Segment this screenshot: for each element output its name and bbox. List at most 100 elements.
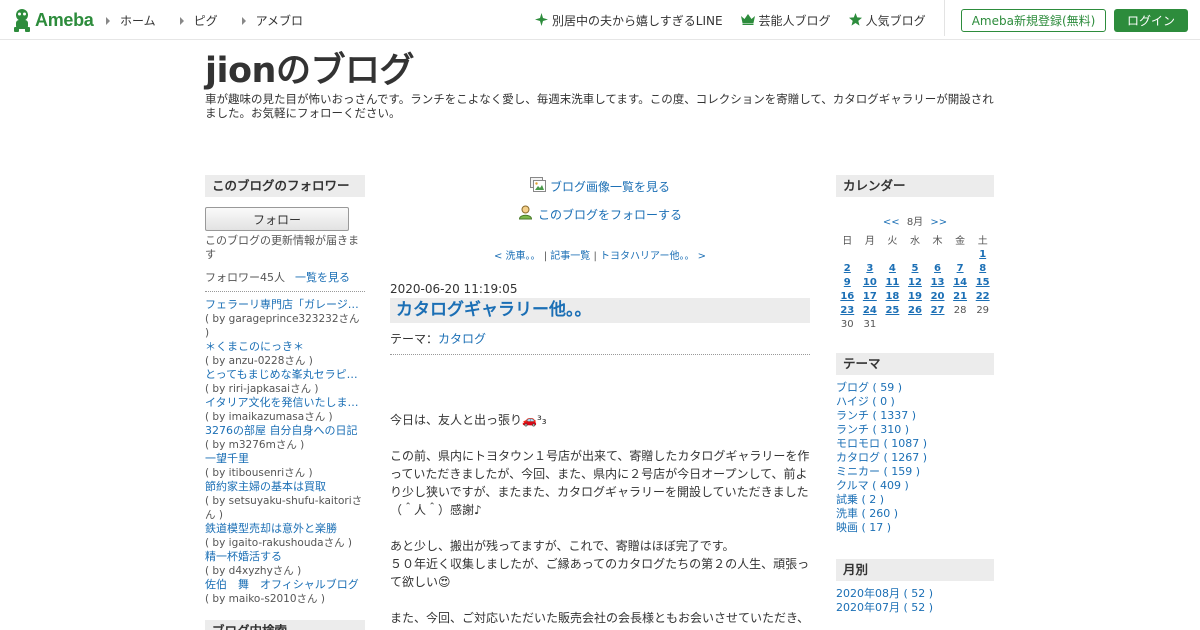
calendar-day[interactable]: 1 <box>971 247 994 261</box>
calendar-day-link[interactable]: 22 <box>976 291 990 302</box>
calendar-day[interactable]: 3 <box>859 261 882 275</box>
calendar-day-link[interactable]: 13 <box>931 277 945 288</box>
calendar-day[interactable]: 22 <box>971 289 994 303</box>
follower-blog-link[interactable]: フェラーリ専門店「ガレージ… <box>205 298 365 312</box>
post-list-link[interactable]: 記事一覧 <box>550 251 590 262</box>
calendar-day[interactable]: 23 <box>836 303 859 317</box>
calendar-day-link[interactable]: 25 <box>885 305 899 316</box>
calendar-prev-link[interactable]: << <box>883 217 900 228</box>
calendar-day-link[interactable]: 6 <box>934 263 941 274</box>
calendar-day[interactable]: 13 <box>926 275 949 289</box>
next-post-link[interactable]: トヨタハリアー他。。 > <box>600 251 706 262</box>
theme-link[interactable]: カタログ ( 1267 ) <box>836 451 994 465</box>
nav-item-pigg[interactable]: ピグ <box>179 12 218 29</box>
calendar-day-link[interactable]: 1 <box>979 249 986 260</box>
calendar-day[interactable]: 9 <box>836 275 859 289</box>
calendar-day[interactable]: 7 <box>949 261 972 275</box>
nav-item-home[interactable]: ホーム <box>106 12 156 29</box>
calendar-day-link[interactable]: 11 <box>885 277 899 288</box>
calendar-day[interactable]: 20 <box>926 289 949 303</box>
calendar-day[interactable]: 11 <box>881 275 904 289</box>
calendar-day-link[interactable]: 18 <box>885 291 899 302</box>
image-list-link[interactable]: ブログ画像一覧を見る <box>390 177 810 195</box>
calendar-day[interactable]: 19 <box>904 289 927 303</box>
calendar-day[interactable]: 10 <box>859 275 882 289</box>
calendar-day[interactable]: 26 <box>904 303 927 317</box>
follower-blog-link[interactable]: 鉄道模型売却は意外と楽勝 <box>205 522 365 536</box>
calendar-day-link[interactable]: 4 <box>889 263 896 274</box>
calendar-next-link[interactable]: >> <box>930 217 947 228</box>
theme-link[interactable]: クルマ ( 409 ) <box>836 479 994 493</box>
calendar-day-link[interactable]: 9 <box>844 277 851 288</box>
blog-title[interactable]: jionのブログ <box>205 42 414 93</box>
theme-link[interactable]: 試乗 ( 2 ) <box>836 493 994 507</box>
follower-blog-link[interactable]: 佐伯 舞 オフィシャルブログ <box>205 578 365 592</box>
calendar-day[interactable]: 24 <box>859 303 882 317</box>
calendar-day-link[interactable]: 20 <box>931 291 945 302</box>
calendar-day-link[interactable]: 19 <box>908 291 922 302</box>
follow-button[interactable]: フォロー <box>205 207 349 231</box>
follower-blog-link[interactable]: 一望千里 <box>205 452 365 466</box>
calendar-day[interactable]: 5 <box>904 261 927 275</box>
calendar-day-link[interactable]: 15 <box>976 277 990 288</box>
follower-blog-link[interactable]: 精一杯婚活する <box>205 550 365 564</box>
calendar-day[interactable]: 27 <box>926 303 949 317</box>
theme-link[interactable]: モロモロ ( 1087 ) <box>836 437 994 451</box>
calendar-day[interactable]: 2 <box>836 261 859 275</box>
prev-post-link[interactable]: < 洗車。。 <box>494 251 541 262</box>
calendar-day[interactable]: 15 <box>971 275 994 289</box>
register-button[interactable]: Ameba新規登録(無料) <box>961 9 1106 32</box>
month-archive-link[interactable]: 2020年08月 ( 52 ) <box>836 587 994 601</box>
theme-link[interactable]: ミニカー ( 159 ) <box>836 465 994 479</box>
calendar-day[interactable]: 17 <box>859 289 882 303</box>
calendar-day-link[interactable]: 21 <box>953 291 967 302</box>
calendar-day-link[interactable]: 17 <box>863 291 877 302</box>
calendar-weekday: 木 <box>932 236 943 247</box>
calendar-day-link[interactable]: 10 <box>863 277 877 288</box>
promo-link-line[interactable]: 別居中の夫から嬉しすぎるLINE <box>535 12 723 29</box>
follower-blog-link[interactable]: 節約家主婦の基本は買取 <box>205 480 365 494</box>
login-button[interactable]: ログイン <box>1114 9 1188 32</box>
follower-blog-link[interactable]: 3276の部屋 自分自身への日記 <box>205 424 365 438</box>
theme-link[interactable]: ランチ ( 310 ) <box>836 423 994 437</box>
calendar-day-link[interactable]: 12 <box>908 277 922 288</box>
calendar-day[interactable]: 4 <box>881 261 904 275</box>
calendar-day[interactable]: 8 <box>971 261 994 275</box>
calendar-day-link[interactable]: 24 <box>863 305 877 316</box>
calendar-day[interactable]: 12 <box>904 275 927 289</box>
calendar-day-link[interactable]: 7 <box>957 263 964 274</box>
calendar-day[interactable]: 6 <box>926 261 949 275</box>
calendar-day[interactable]: 14 <box>949 275 972 289</box>
follower-blog-link[interactable]: ＊くまこのにっき＊ <box>205 340 365 354</box>
promo-link-popular[interactable]: 人気ブログ <box>848 12 926 29</box>
calendar-day-link[interactable]: 8 <box>979 263 986 274</box>
calendar-day[interactable]: 16 <box>836 289 859 303</box>
post-title[interactable]: カタログギャラリー他。。 <box>390 298 810 323</box>
calendar-day-link[interactable]: 2 <box>844 263 851 274</box>
calendar-day[interactable]: 25 <box>881 303 904 317</box>
follow-blog-link[interactable]: このブログをフォローする <box>390 205 810 223</box>
calendar-day-link[interactable]: 14 <box>953 277 967 288</box>
month-archive-link[interactable]: 2020年07月 ( 52 ) <box>836 601 994 615</box>
calendar-day[interactable]: 18 <box>881 289 904 303</box>
calendar-day-link[interactable]: 23 <box>840 305 854 316</box>
post-date: 2020-06-20 11:19:05 <box>390 282 518 296</box>
theme-link[interactable]: 洗車 ( 260 ) <box>836 507 994 521</box>
ameba-logo[interactable]: Ameba <box>12 8 94 32</box>
follower-blog-link[interactable]: とってもまじめな峯丸セラピ… <box>205 368 365 382</box>
theme-link[interactable]: 映画 ( 17 ) <box>836 521 994 535</box>
follower-blog-link[interactable]: イタリア文化を発信いたしま… <box>205 396 365 410</box>
calendar-day-link[interactable]: 16 <box>840 291 854 302</box>
theme-link[interactable]: ブログ ( 59 ) <box>836 381 994 395</box>
theme-link[interactable]: ハイジ ( 0 ) <box>836 395 994 409</box>
nav-item-ameblo[interactable]: アメブロ <box>241 12 303 29</box>
theme-link[interactable]: ランチ ( 1337 ) <box>836 409 994 423</box>
calendar-day-link[interactable]: 27 <box>931 305 945 316</box>
calendar-day-link[interactable]: 3 <box>866 263 873 274</box>
calendar-day-link[interactable]: 26 <box>908 305 922 316</box>
calendar-day[interactable]: 21 <box>949 289 972 303</box>
theme-link[interactable]: カタログ <box>438 332 486 346</box>
calendar-day-link[interactable]: 5 <box>911 263 918 274</box>
follower-list-link[interactable]: 一覧を見る <box>295 271 350 284</box>
promo-link-celebrity[interactable]: 芸能人ブログ <box>740 12 831 29</box>
